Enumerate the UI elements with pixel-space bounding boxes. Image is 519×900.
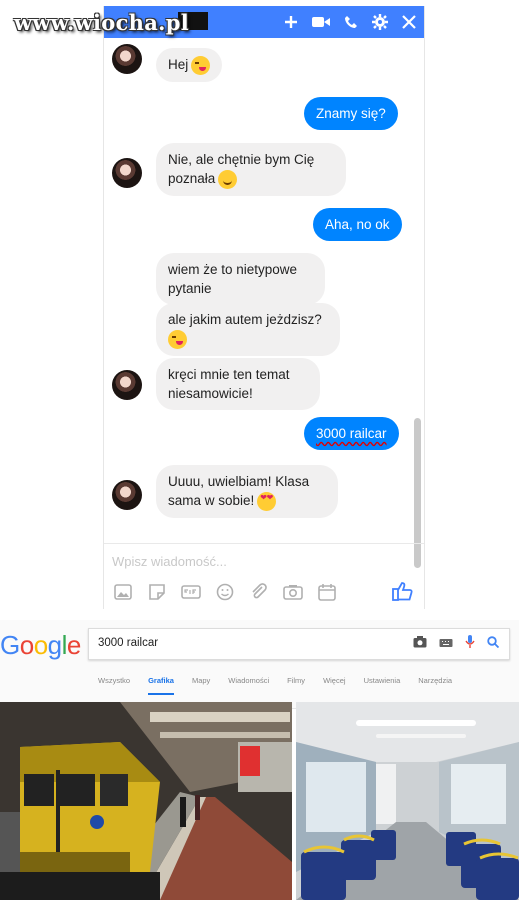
wink-emoji-icon <box>191 55 211 75</box>
search-tabs: Wszystko Grafika Mapy Wiadomości Filmy W… <box>98 676 452 695</box>
search-icon[interactable] <box>487 636 500 651</box>
avatar <box>112 480 142 510</box>
calendar-icon[interactable] <box>316 582 338 602</box>
image-result-train-exterior[interactable] <box>0 702 292 900</box>
messenger-window: Hej Znamy się? Nie, ale chętnie bym Cię … <box>103 6 425 609</box>
message-bubble: kręci mnie ten temat niesamowicie! <box>156 358 320 410</box>
avatar <box>112 44 142 74</box>
heart-eyes-emoji-icon <box>257 491 277 511</box>
tab-wiecej[interactable]: Więcej <box>323 676 346 695</box>
wink-emoji-icon <box>168 329 187 349</box>
message-bubble-outgoing: Znamy się? <box>304 97 398 130</box>
smile-emoji-icon <box>218 169 238 189</box>
emoji-icon[interactable] <box>214 582 236 602</box>
camera-icon[interactable] <box>282 582 304 602</box>
thumbs-up-icon[interactable] <box>392 581 414 607</box>
message-bubble: ale jakim autem jeżdzisz? <box>156 303 340 356</box>
google-logo[interactable]: Google <box>0 630 81 661</box>
search-input[interactable]: 3000 railcar <box>98 637 158 649</box>
search-box[interactable]: 3000 railcar <box>88 628 510 660</box>
message-composer: Wpisz wiadomość... <box>104 543 424 610</box>
avatar <box>112 158 142 188</box>
phone-icon[interactable] <box>344 15 358 29</box>
video-icon[interactable] <box>312 16 330 28</box>
message-bubble: Uuuu, uwielbiam! Klasa sama w sobie! <box>156 465 338 518</box>
keyboard-icon[interactable] <box>439 636 453 651</box>
attach-icon[interactable] <box>248 582 270 602</box>
microphone-icon[interactable] <box>465 635 475 652</box>
image-icon[interactable] <box>112 582 134 602</box>
message-bubble: Nie, ale chętnie bym Cię poznała <box>156 143 346 196</box>
camera-search-icon[interactable] <box>413 636 427 651</box>
watermark-logo: www.wiocha.pl <box>14 10 190 35</box>
message-bubble-outgoing: 3000 railcar <box>304 417 399 450</box>
chat-thread: Hej Znamy się? Nie, ale chętnie bym Cię … <box>104 38 424 568</box>
message-input[interactable]: Wpisz wiadomość... <box>112 554 227 569</box>
tab-filmy[interactable]: Filmy <box>287 676 305 695</box>
tab-mapy[interactable]: Mapy <box>192 676 210 695</box>
gif-icon[interactable] <box>180 582 202 602</box>
message-bubble: wiem że to nietypowe pytanie <box>156 253 325 305</box>
image-result-train-interior[interactable] <box>296 702 519 900</box>
tab-grafika[interactable]: Grafika <box>148 676 174 695</box>
avatar <box>112 370 142 400</box>
tab-narzedzia[interactable]: Narzędzia <box>418 676 452 695</box>
tab-ustawienia[interactable]: Ustawienia <box>364 676 401 695</box>
plus-icon[interactable] <box>284 15 298 29</box>
tab-wiadomosci[interactable]: Wiadomości <box>228 676 269 695</box>
close-icon[interactable] <box>402 15 416 29</box>
gear-icon[interactable] <box>372 14 388 30</box>
message-bubble: Hej <box>156 48 223 82</box>
tab-wszystko[interactable]: Wszystko <box>98 676 130 695</box>
message-bubble-outgoing: Aha, no ok <box>313 208 402 241</box>
google-search-header: Google 3000 railcar Wszystko Grafika Map… <box>0 620 519 709</box>
sticker-icon[interactable] <box>146 582 168 602</box>
